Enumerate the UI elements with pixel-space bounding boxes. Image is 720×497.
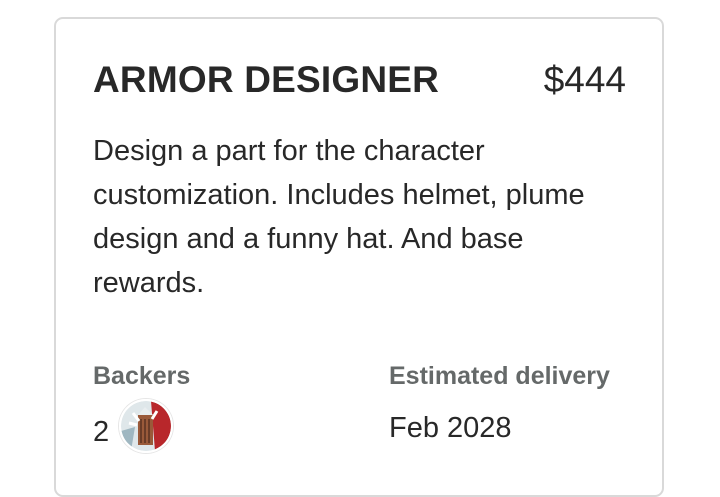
backers-label: Backers: [93, 362, 191, 390]
estimated-delivery-value: Feb 2028: [389, 412, 512, 444]
reward-price: $444: [543, 59, 626, 100]
backer-avatar[interactable]: [119, 399, 174, 453]
reward-description: Design a part for the character customiz…: [93, 135, 585, 299]
reward-header: ARMOR DESIGNER $444: [93, 59, 626, 101]
backers-count: 2: [93, 415, 110, 448]
estimated-delivery-label: Estimated delivery: [389, 362, 610, 390]
backer-avatar-image: [121, 401, 172, 451]
backers-row: 2: [93, 399, 174, 453]
reward-title: ARMOR DESIGNER: [93, 59, 440, 100]
reward-card[interactable]: ARMOR DESIGNER $444 Design a part for th…: [54, 17, 664, 497]
